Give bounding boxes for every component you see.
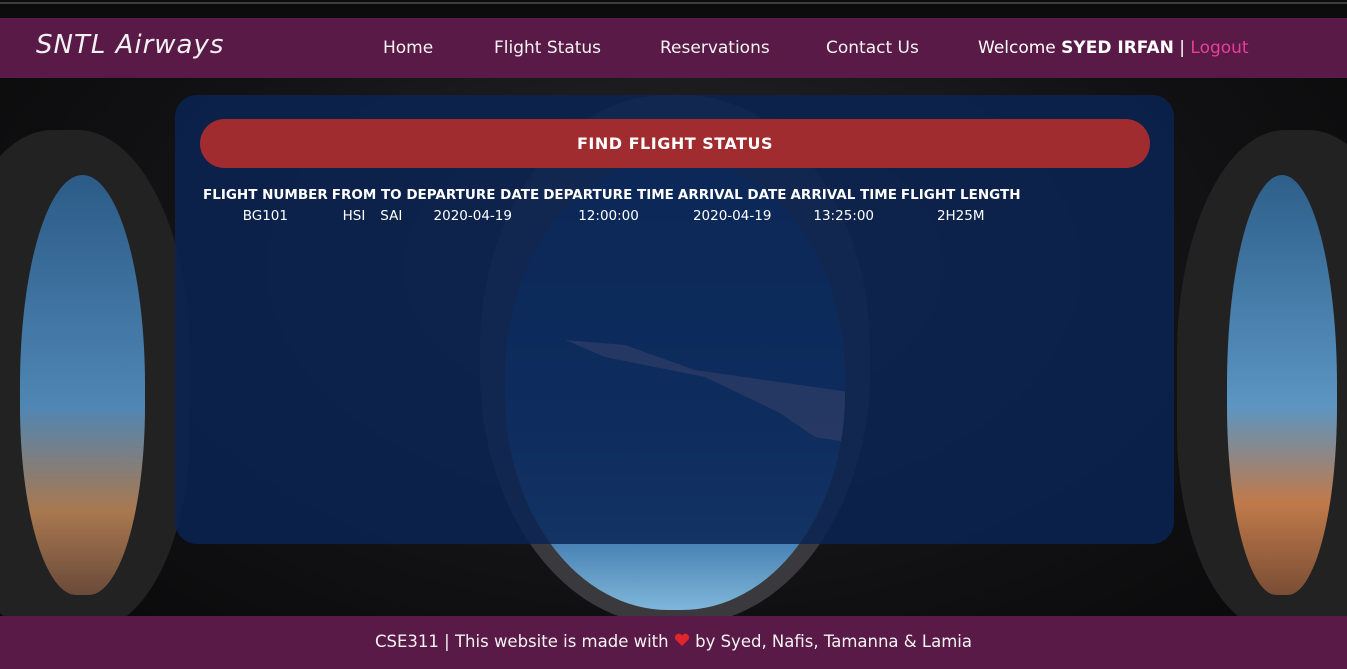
table-cell: 13:25:00 bbox=[813, 208, 875, 224]
table-row: BG101 HSI SAI 2020-04-19 12:00:00 2020-0… bbox=[201, 205, 1023, 227]
welcome-block: Welcome SYED IRFAN | Logout bbox=[978, 38, 1249, 58]
nav-home-link[interactable]: Home bbox=[383, 38, 433, 58]
heart-icon bbox=[674, 632, 690, 651]
table-cell: SAI bbox=[380, 208, 403, 224]
table-cell: HSI bbox=[342, 208, 366, 224]
table-cell: BG101 bbox=[242, 208, 288, 224]
column-header: TO bbox=[380, 187, 402, 203]
right-window-view bbox=[1227, 175, 1337, 595]
flight-results-table: FLIGHT NUMBER FROM TO DEPARTURE DATE DEP… bbox=[201, 185, 1023, 227]
footer-prefix: CSE311 | This website is made with bbox=[375, 632, 669, 651]
column-header: FLIGHT LENGTH bbox=[900, 187, 1021, 203]
welcome-separator: | bbox=[1179, 38, 1185, 58]
find-flight-status-button[interactable]: FIND FLIGHT STATUS bbox=[200, 119, 1150, 168]
table-cell: 2020-04-19 bbox=[692, 208, 772, 224]
site-footer: CSE311 | This website is made with by Sy… bbox=[0, 616, 1347, 669]
table-cell: 2020-04-19 bbox=[433, 208, 512, 224]
site-header: SNTL Airways Home Flight Status Reservat… bbox=[0, 18, 1347, 78]
flight-status-panel: FIND FLIGHT STATUS FLIGHT NUMBER FROM TO… bbox=[175, 95, 1174, 544]
column-header: ARRIVAL TIME bbox=[790, 187, 897, 203]
top-strip bbox=[0, 0, 1347, 18]
nav-flight-status-link[interactable]: Flight Status bbox=[494, 38, 601, 58]
column-header: FLIGHT NUMBER bbox=[203, 187, 328, 203]
table-cell: 2H25M bbox=[936, 208, 985, 224]
heart-icon-graphic bbox=[674, 633, 689, 646]
table-cell: 12:00:00 bbox=[578, 208, 639, 224]
nav-contact-link[interactable]: Contact Us bbox=[826, 38, 919, 58]
welcome-label: Welcome bbox=[978, 38, 1056, 58]
column-header: DEPARTURE TIME bbox=[543, 187, 674, 203]
column-header: ARRIVAL DATE bbox=[677, 187, 787, 203]
column-header: FROM bbox=[331, 187, 377, 203]
table-header-row: FLIGHT NUMBER FROM TO DEPARTURE DATE DEP… bbox=[201, 185, 1023, 205]
left-window-view bbox=[20, 175, 145, 595]
footer-suffix: by Syed, Nafis, Tamanna & Lamia bbox=[695, 632, 972, 651]
logout-link[interactable]: Logout bbox=[1190, 38, 1248, 58]
user-name: SYED IRFAN bbox=[1061, 38, 1174, 58]
top-strip-line bbox=[0, 2, 1347, 4]
footer-text: CSE311 | This website is made with by Sy… bbox=[0, 632, 1347, 651]
column-header: DEPARTURE DATE bbox=[406, 187, 540, 203]
nav-reservations-link[interactable]: Reservations bbox=[660, 38, 770, 58]
